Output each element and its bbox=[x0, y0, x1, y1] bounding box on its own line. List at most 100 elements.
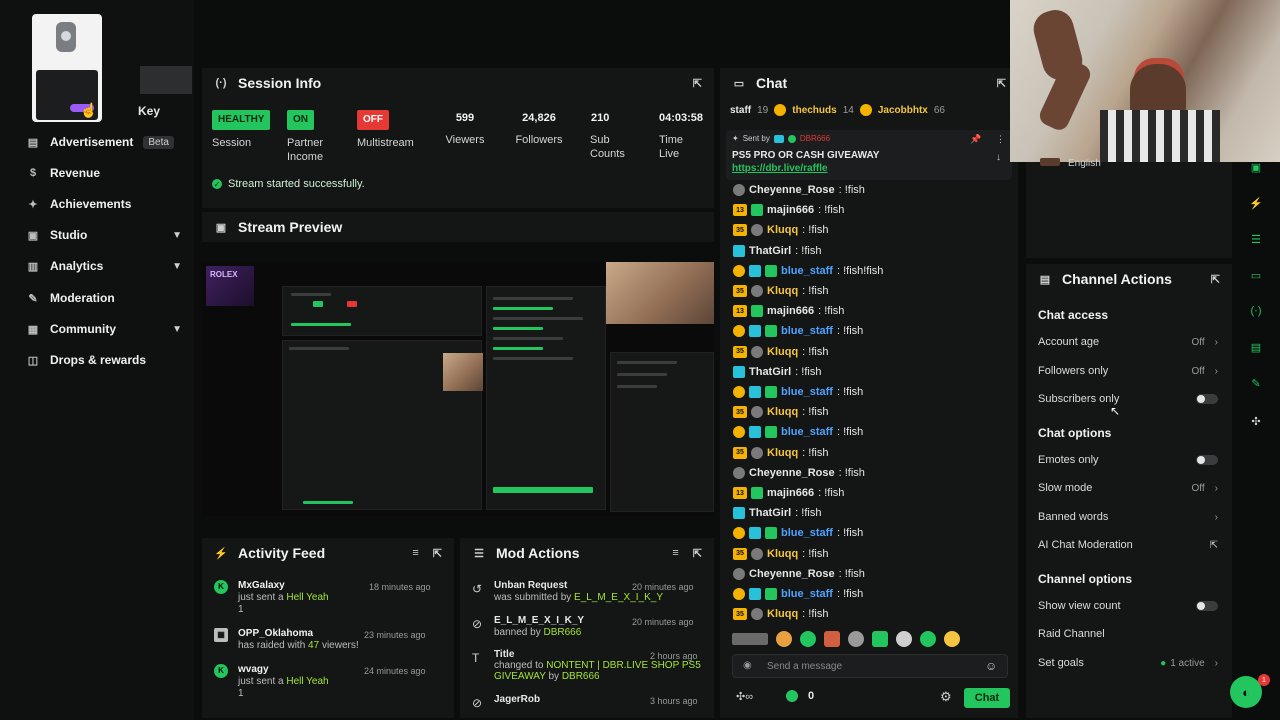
chat-username[interactable]: Cheyenne_Rose bbox=[749, 467, 835, 479]
filter-icon[interactable]: ≡ bbox=[412, 547, 418, 560]
pinned-message[interactable]: ✦ Sent by DBR666 📌 ⋮ PS5 PRO OR CASH GIV… bbox=[726, 130, 1012, 180]
emote-icon[interactable] bbox=[944, 631, 960, 647]
chat-username[interactable]: Kluqq bbox=[767, 224, 798, 236]
chat-username[interactable]: ThatGirl bbox=[749, 366, 791, 378]
popout-icon[interactable]: ⇱ bbox=[693, 547, 702, 560]
sidebar-item-analytics[interactable]: ▥ Analytics ▼ bbox=[0, 252, 194, 280]
rail-list-icon[interactable]: ☰ bbox=[1243, 226, 1269, 252]
account-age-row[interactable]: Account age Off › bbox=[1038, 334, 1218, 350]
pin-icon[interactable]: 📌 bbox=[970, 134, 981, 145]
more-icon[interactable]: ⋮ bbox=[996, 134, 1005, 145]
chat-username[interactable]: Kluqq bbox=[767, 447, 798, 459]
language-selector[interactable]: English bbox=[1040, 158, 1101, 169]
emote-icon[interactable] bbox=[776, 631, 792, 647]
chat-username[interactable]: ThatGirl bbox=[749, 245, 791, 257]
chat-message[interactable]: 35 Kluqq: !fish bbox=[733, 222, 828, 238]
top-user[interactable]: staff bbox=[730, 105, 751, 116]
subscribers-only-row[interactable]: Subscribers only bbox=[1038, 391, 1218, 407]
chat-message[interactable]: 13 majin666: !fish bbox=[733, 202, 844, 218]
popout-icon[interactable]: ⇱ bbox=[433, 547, 442, 560]
rail-broadcast-icon[interactable]: (·) bbox=[1243, 298, 1269, 324]
sidebar-item-community[interactable]: ▦ Community ▼ bbox=[0, 315, 194, 343]
chat-message[interactable]: blue_staff: !fish bbox=[733, 384, 863, 400]
chat-input-box[interactable]: ◉ Send a message ☺ bbox=[732, 654, 1008, 678]
rail-chat-icon[interactable]: ▭ bbox=[1243, 262, 1269, 288]
chat-message[interactable]: 13 majin666: !fish bbox=[733, 485, 844, 501]
chat-message[interactable]: 35 Kluqq: !fish bbox=[733, 445, 828, 461]
chat-username[interactable]: blue_staff bbox=[781, 588, 833, 600]
rail-apps-icon[interactable]: ✣ bbox=[1243, 408, 1269, 434]
popout-icon[interactable]: ⇱ bbox=[997, 77, 1006, 90]
sidebar-item-drops-rewards[interactable]: ◫ Drops & rewards bbox=[0, 346, 194, 374]
sidebar-item-studio[interactable]: ▣ Studio ▼ bbox=[0, 221, 194, 249]
expand-icon[interactable]: ↓ bbox=[996, 152, 1001, 163]
rail-wrench-icon[interactable]: ✎ bbox=[1243, 370, 1269, 396]
users-icon[interactable]: ✣∞ bbox=[736, 690, 753, 703]
chat-username[interactable]: blue_staff bbox=[781, 265, 833, 277]
emotes-only-row[interactable]: Emotes only bbox=[1038, 452, 1218, 468]
rail-channel-icon[interactable]: ▤ bbox=[1243, 334, 1269, 360]
followers-only-row[interactable]: Followers only Off › bbox=[1038, 363, 1218, 379]
chat-username[interactable]: blue_staff bbox=[781, 325, 833, 337]
sidebar-item-revenue[interactable]: $ Revenue bbox=[0, 159, 194, 187]
emotes-only-toggle[interactable] bbox=[1196, 455, 1218, 465]
emoji-icon[interactable]: ☺ bbox=[985, 659, 997, 673]
emote-icon[interactable] bbox=[872, 631, 888, 647]
chat-message[interactable]: Cheyenne_Rose: !fish bbox=[733, 465, 865, 481]
chat-username[interactable]: blue_staff bbox=[781, 426, 833, 438]
raid-channel-row[interactable]: Raid Channel bbox=[1038, 626, 1218, 642]
chat-message[interactable]: ThatGirl: !fish bbox=[733, 243, 821, 259]
emote-icon[interactable] bbox=[824, 631, 840, 647]
filter-icon[interactable]: ≡ bbox=[672, 547, 678, 560]
chat-message[interactable]: blue_staff: !fish bbox=[733, 586, 863, 602]
chat-username[interactable]: Cheyenne_Rose bbox=[749, 568, 835, 580]
show-view-count-row[interactable]: Show view count bbox=[1038, 598, 1218, 614]
sidebar-item-achievements[interactable]: ✦ Achievements bbox=[0, 190, 194, 218]
chat-username[interactable]: majin666 bbox=[767, 487, 814, 499]
chat-message[interactable]: blue_staff: !fish bbox=[733, 424, 863, 440]
chat-message[interactable]: 13 majin666: !fish bbox=[733, 303, 844, 319]
sidebar-item-moderation[interactable]: ✎ Moderation bbox=[0, 284, 194, 312]
chat-message[interactable]: blue_staff: !fish bbox=[733, 323, 863, 339]
chat-username[interactable]: majin666 bbox=[767, 204, 814, 216]
view-count-toggle[interactable] bbox=[1196, 601, 1218, 611]
chat-message[interactable]: 35 Kluqq: !fish bbox=[733, 283, 828, 299]
emote-icon[interactable] bbox=[896, 631, 912, 647]
channel-points[interactable]: 0 bbox=[786, 690, 814, 702]
emote-icon[interactable] bbox=[800, 631, 816, 647]
chat-message[interactable]: ThatGirl: !fish bbox=[733, 505, 821, 521]
chat-message[interactable]: blue_staff: !fish!fish bbox=[733, 263, 883, 279]
chat-username[interactable]: Kluqq bbox=[767, 285, 798, 297]
sidebar-selected-item[interactable] bbox=[140, 66, 192, 94]
chat-message[interactable]: 35 Kluqq: !fish bbox=[733, 606, 828, 622]
chat-username[interactable]: Kluqq bbox=[767, 346, 798, 358]
pinned-link[interactable]: https://dbr.live/raffle bbox=[732, 163, 828, 174]
chat-message[interactable]: 35 Kluqq: !fish bbox=[733, 546, 828, 562]
chat-message[interactable]: 35 Kluqq: !fish bbox=[733, 404, 828, 420]
emote-icon[interactable] bbox=[920, 631, 936, 647]
sidebar-item-advertisement[interactable]: ▤ Advertisement Beta bbox=[0, 128, 194, 156]
sidebar-item-key[interactable]: Key bbox=[138, 104, 160, 118]
rail-bolt-icon[interactable]: ⚡ bbox=[1243, 190, 1269, 216]
chat-message[interactable]: 35 Kluqq: !fish bbox=[733, 344, 828, 360]
popout-icon[interactable]: ⇱ bbox=[1211, 273, 1220, 286]
chat-message[interactable]: Cheyenne_Rose: !fish bbox=[733, 566, 865, 582]
subscribers-only-toggle[interactable] bbox=[1196, 394, 1218, 404]
top-user[interactable]: Jacobbhtx bbox=[878, 105, 928, 116]
settings-icon[interactable]: ⚙ bbox=[940, 689, 952, 705]
chat-message[interactable]: Cheyenne_Rose: !fish bbox=[733, 182, 865, 198]
rail-user-icon[interactable]: ▣ bbox=[1243, 154, 1269, 180]
chat-username[interactable]: Cheyenne_Rose bbox=[749, 184, 835, 196]
chat-username[interactable]: ThatGirl bbox=[749, 507, 791, 519]
chat-username[interactable]: blue_staff bbox=[781, 386, 833, 398]
banned-words-row[interactable]: Banned words › bbox=[1038, 509, 1218, 525]
chat-username[interactable]: Kluqq bbox=[767, 608, 798, 620]
set-goals-row[interactable]: Set goals ● 1 active › bbox=[1038, 655, 1218, 671]
emote-icon[interactable] bbox=[848, 631, 864, 647]
chat-username[interactable]: Kluqq bbox=[767, 548, 798, 560]
top-user[interactable]: thechuds bbox=[792, 105, 836, 116]
chat-message[interactable]: blue_staff: !fish bbox=[733, 525, 863, 541]
emote-icon[interactable] bbox=[732, 633, 768, 645]
popout-icon[interactable]: ⇱ bbox=[693, 77, 702, 90]
slow-mode-row[interactable]: Slow mode Off › bbox=[1038, 480, 1218, 496]
